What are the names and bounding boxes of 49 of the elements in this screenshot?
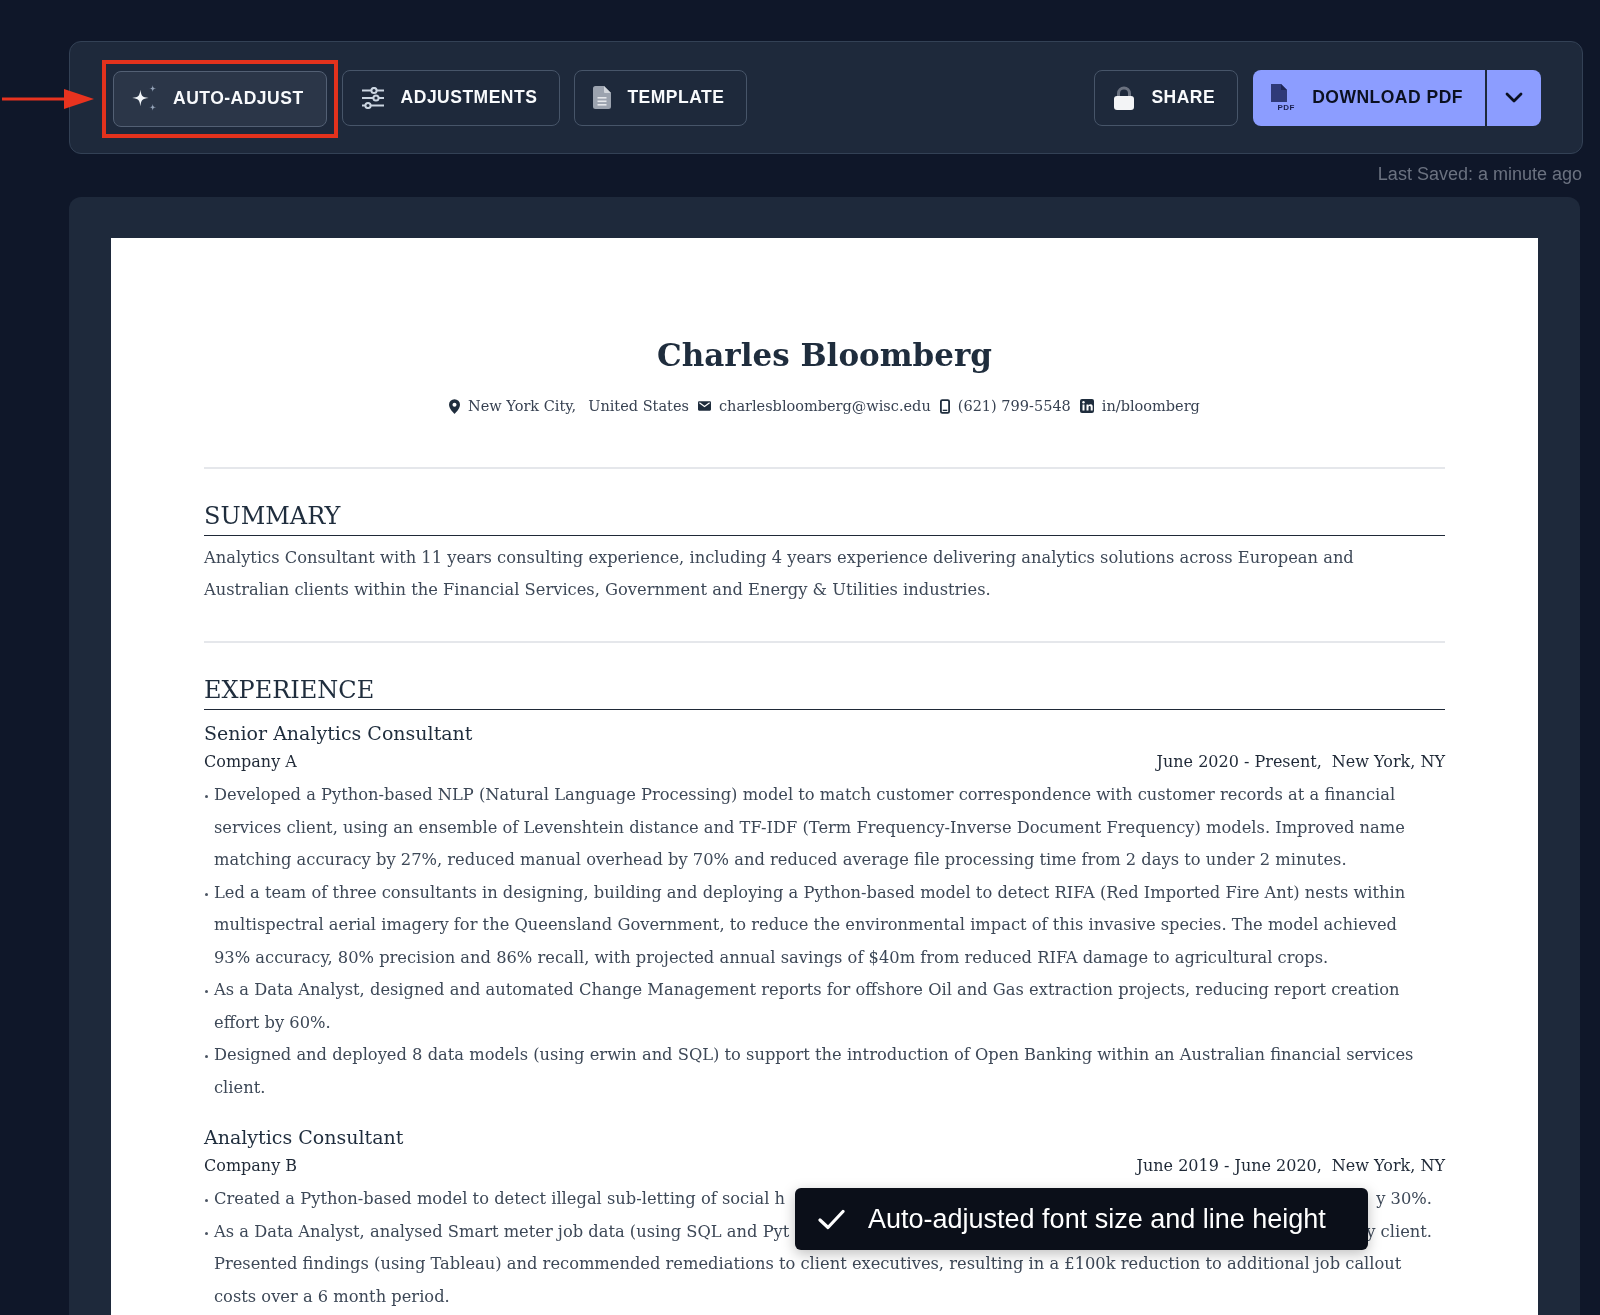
caret-icon bbox=[1505, 92, 1523, 103]
adjustments-button[interactable]: ADJUSTMENTS bbox=[341, 69, 561, 126]
email-text: charlesbloomberg@wisc.edu bbox=[718, 397, 931, 416]
location-text: New York City, bbox=[468, 397, 577, 416]
bullet-icon bbox=[205, 1055, 208, 1058]
phone-icon bbox=[939, 398, 950, 414]
job-title: Analytics Consultant bbox=[204, 1125, 405, 1150]
bullet-text: Led a team of three consultants in designing, building and deploying a Python-based model to detect RIFA (Red Imported Fire Ant) nests within multispectral aerial imagery for the Queensland Government, to reduce the environmental impact of this invasive species. The model achieved 93% accuracy, 80% precision and 86% recall, with projected annual savings of $40m from reduced RIFA damage to agricultural crops. bbox=[214, 881, 1407, 969]
job-location: New York, NY bbox=[1331, 1155, 1445, 1177]
profile-link-text: in/bloomberg bbox=[1101, 397, 1200, 416]
share-button[interactable]: SHARE bbox=[1094, 69, 1239, 126]
job-title: Senior Analytics Consultant bbox=[204, 721, 474, 746]
bullet-text: Created a Python-based model to detect illegal sub-letting of social h bbox=[214, 1188, 785, 1210]
bullet-text: y 30%. bbox=[1376, 1188, 1433, 1210]
bullet-text: Presented findings (using Tableau) and recommended remediations to client executives, resulting in a £100k reduction to additional job callout costs over a 6 month period. bbox=[214, 1253, 1403, 1308]
phone-text: (621) 799-5548 bbox=[957, 397, 1071, 416]
bullet-icon bbox=[205, 795, 208, 798]
auto-adjust-button[interactable]: AUTO-ADJUST bbox=[113, 70, 327, 127]
location-text: United States bbox=[588, 397, 689, 416]
resume-name: Charles Bloomberg bbox=[656, 336, 993, 375]
bullet-text: As a Data Analyst, designed and automated Change Management reports for offshore Oil and Gas extraction projects, reducing report creation effort by 60%. bbox=[214, 979, 1401, 1034]
section-heading: SUMMARY bbox=[204, 500, 1445, 536]
bullet-text: Developed a Python-based NLP (Natural Language Processing) model to match customer correspondence with customer records at a financial services client, using an ensemble of Levenshtein distance and TF-IDF (Term Frequency-Inverse Document Frequency) models. Improved name matching accuracy by 27%, reduced manual overhead by 70% and reduced average file processing time from 2 days to under 2 minutes. bbox=[214, 784, 1406, 871]
dropdown-button[interactable] bbox=[1485, 69, 1541, 126]
bullet-text: As a Data Analyst, analysed Smart meter job data (using SQL and Pyt bbox=[214, 1220, 790, 1243]
bullet-icon bbox=[205, 990, 208, 993]
job-location: New York, NY bbox=[1331, 751, 1445, 773]
company-name: Company B bbox=[204, 1155, 297, 1177]
envelope-icon bbox=[697, 401, 711, 411]
last-saved-text: Last Saved: a minute ago bbox=[1377, 163, 1582, 185]
summary-text: Analytics Consultant with 11 years consulting experience, including 4 years experience delivering analytics solutions across European and Australian clients within the Financial Services, Government and Energy & Utilities industries. bbox=[204, 547, 1355, 601]
lock-icon bbox=[1113, 85, 1136, 110]
template-button[interactable]: TEMPLATE bbox=[574, 69, 748, 126]
job-dates: June 2020 - Present, bbox=[1156, 751, 1322, 773]
section-heading: EXPERIENCE bbox=[204, 674, 1445, 710]
bullet-icon bbox=[205, 1231, 208, 1235]
check-icon bbox=[818, 1208, 845, 1230]
company-name: Company A bbox=[204, 751, 297, 773]
bullet-text: Designed and deployed 8 data models (using erwin and SQL) to support the introduction of Open Banking within an Australian financial services client. bbox=[214, 1044, 1415, 1099]
toast-message: Auto-adjusted font size and line height bbox=[868, 1203, 1326, 1235]
sliders-icon bbox=[360, 86, 385, 109]
bullet-icon bbox=[205, 892, 208, 896]
bullet-icon bbox=[205, 1199, 208, 1202]
linkedin-icon bbox=[1079, 399, 1094, 413]
document-icon bbox=[593, 86, 612, 109]
job-dates: June 2019 - June 2020, bbox=[1136, 1155, 1322, 1177]
sparkle-icon bbox=[132, 85, 157, 112]
location-pin-icon bbox=[449, 398, 461, 414]
download-pdf-button[interactable]: PDF DOWNLOAD PDF bbox=[1253, 69, 1485, 126]
